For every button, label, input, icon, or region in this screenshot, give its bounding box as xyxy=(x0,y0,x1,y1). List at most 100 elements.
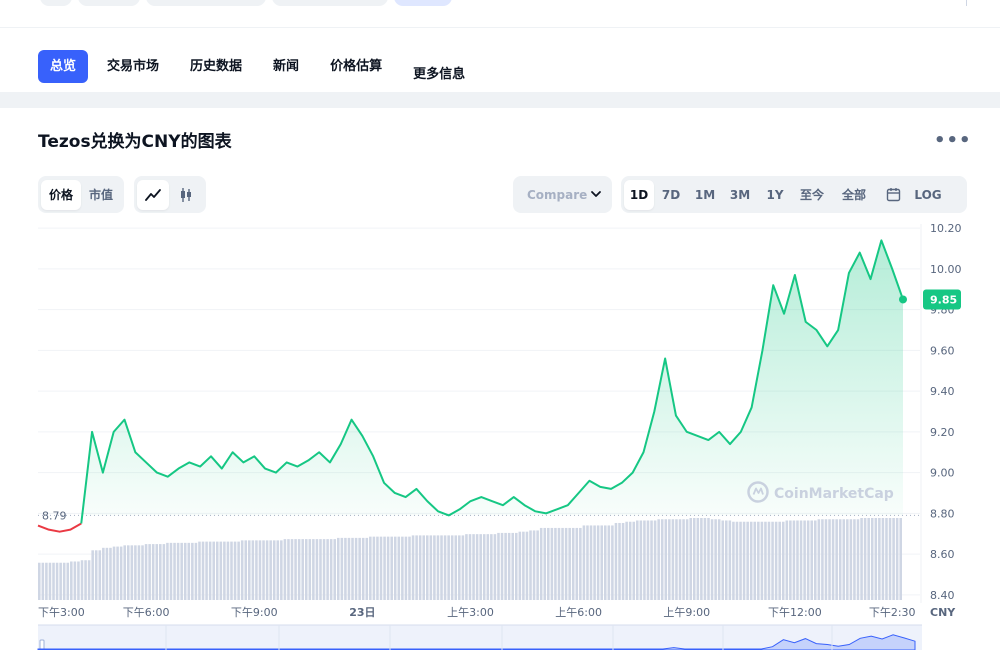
tab-markets[interactable]: 交易市场 xyxy=(95,50,171,83)
volume-bar xyxy=(856,519,860,600)
volume-bar xyxy=(746,521,749,600)
volume-bar xyxy=(835,519,838,600)
volume-bar xyxy=(447,535,450,600)
volume-bar xyxy=(91,550,94,600)
volume-bar xyxy=(806,520,810,600)
log-scale-button[interactable]: LOG xyxy=(910,180,946,210)
volume-bar xyxy=(376,536,379,600)
volume-bar xyxy=(618,522,621,600)
header-pill[interactable] xyxy=(272,0,388,6)
metric-price-button[interactable]: 价格 xyxy=(41,179,82,210)
price-chart[interactable]: 10.2010.009.809.609.409.209.008.808.608.… xyxy=(0,220,1000,650)
volume-bar xyxy=(760,521,764,600)
volume-bar xyxy=(628,521,632,600)
navigator[interactable] xyxy=(37,624,922,650)
volume-bar xyxy=(550,527,554,600)
volume-bar xyxy=(404,536,408,600)
tab-price-estimates[interactable]: 价格估算 xyxy=(318,50,394,83)
volume-bar xyxy=(426,535,429,600)
volume-bar xyxy=(757,521,760,600)
range-7d-button[interactable]: 7D xyxy=(654,180,688,210)
x-tick-label: 上午9:00 xyxy=(663,606,710,619)
range-1d-button[interactable]: 1D xyxy=(624,179,654,210)
volume-bar xyxy=(333,539,337,600)
line-chart-icon[interactable] xyxy=(137,179,169,210)
volume-bar xyxy=(454,535,458,600)
volume-bar xyxy=(297,539,301,600)
volume-bar xyxy=(561,527,564,600)
volume-bar xyxy=(283,539,287,600)
volume-bar xyxy=(102,547,105,600)
range-ytd-button[interactable]: 至今 xyxy=(792,180,832,210)
volume-bar xyxy=(408,536,411,600)
volume-bar xyxy=(735,521,739,600)
volume-bar xyxy=(287,539,290,600)
watermark-text: CoinMarketCap xyxy=(774,486,894,502)
volume-bar xyxy=(312,539,315,600)
volume-bar xyxy=(714,519,717,600)
volume-bar xyxy=(515,532,518,600)
range-1y-button[interactable]: 1Y xyxy=(758,180,792,210)
volume-bar xyxy=(219,541,223,600)
x-tick-label: 上午6:00 xyxy=(555,606,602,619)
volume-bar xyxy=(237,541,240,600)
range-3m-button[interactable]: 3M xyxy=(722,180,758,210)
volume-bar xyxy=(842,519,846,600)
volume-bar xyxy=(77,561,80,600)
range-1m-button[interactable]: 1M xyxy=(688,180,722,210)
compare-dropdown[interactable]: Compare xyxy=(513,176,612,213)
volume-bar xyxy=(70,561,73,600)
y-tick-label: 8.40 xyxy=(930,589,955,602)
volume-bar xyxy=(582,525,586,600)
volume-bar xyxy=(45,562,48,600)
volume-bar xyxy=(781,521,785,600)
volume-bar xyxy=(778,521,781,600)
volume-bar xyxy=(792,520,796,600)
volume-bar xyxy=(173,542,176,600)
header-pill[interactable] xyxy=(146,0,266,6)
volume-bar xyxy=(340,537,344,600)
more-dots-icon[interactable]: ••• xyxy=(934,130,972,151)
volume-bar xyxy=(369,536,372,600)
volume-bar xyxy=(571,527,575,600)
volume-bar xyxy=(183,542,187,600)
range-switch: 1D 7D 1M 3M 1Y 至今 全部 LOG xyxy=(621,176,967,213)
volume-bar xyxy=(767,521,771,600)
volume-bar xyxy=(796,520,799,600)
volume-bar xyxy=(817,519,821,600)
volume-bar xyxy=(269,540,272,600)
volume-bar xyxy=(347,537,351,600)
volume-bar xyxy=(621,522,625,600)
volume-bar xyxy=(98,550,102,600)
volume-bar xyxy=(664,519,668,600)
tab-more-info[interactable]: 更多信息 xyxy=(401,58,477,91)
volume-bar xyxy=(401,536,404,600)
x-tick-label: 23日 xyxy=(349,606,375,619)
volume-bar xyxy=(262,540,265,600)
volume-bar xyxy=(653,520,657,600)
header-pill[interactable] xyxy=(40,0,72,6)
volume-bar xyxy=(176,542,180,600)
tab-overview[interactable]: 总览 xyxy=(38,50,89,83)
range-all-button[interactable]: 全部 xyxy=(832,180,876,210)
calendar-icon[interactable] xyxy=(876,180,910,210)
header-pill[interactable] xyxy=(78,0,140,6)
volume-bar xyxy=(361,537,365,600)
currency-label: CNY xyxy=(930,606,956,619)
chart-style-switch xyxy=(134,176,206,213)
volume-bar xyxy=(636,520,639,600)
volume-bar xyxy=(411,535,415,600)
header-pill-active[interactable] xyxy=(394,0,452,6)
volume-bar xyxy=(48,562,52,600)
volume-bar xyxy=(119,546,123,600)
chevron-down-icon xyxy=(591,191,601,197)
metric-market-cap-button[interactable]: 市值 xyxy=(81,180,121,210)
tab-news[interactable]: 新闻 xyxy=(261,50,311,83)
volume-bar xyxy=(696,518,700,600)
volume-bar xyxy=(536,530,539,600)
tab-historical-data[interactable]: 历史数据 xyxy=(178,50,254,83)
candlestick-icon[interactable] xyxy=(169,180,203,210)
volume-bar xyxy=(322,539,326,600)
page-tabs: 总览 交易市场 历史数据 新闻 价格估算 更多信息 xyxy=(38,42,484,91)
volume-bar xyxy=(365,537,369,600)
